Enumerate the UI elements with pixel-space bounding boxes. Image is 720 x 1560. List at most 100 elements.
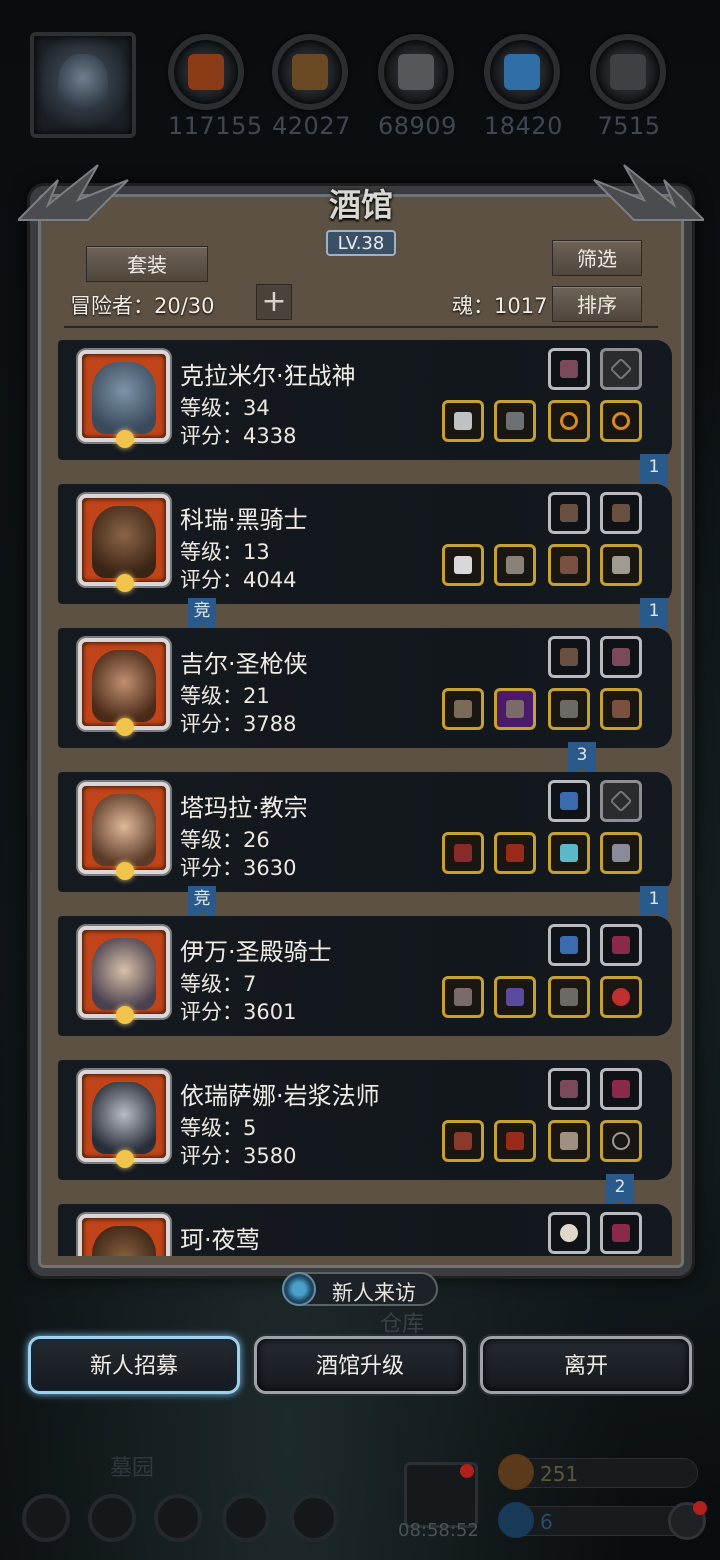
relic-slot[interactable]: [600, 636, 642, 678]
resource-iron[interactable]: 68909: [378, 34, 456, 140]
relic-slot[interactable]: [548, 780, 590, 822]
staff-icon: [454, 1132, 472, 1150]
hero-level: 等级：5: [180, 1116, 257, 1140]
new-visitor-tab[interactable]: 新人来访: [282, 1272, 438, 1306]
helmet-slot[interactable]: [548, 976, 590, 1018]
mail-icon[interactable]: [222, 1494, 270, 1542]
resource-crystal[interactable]: 18420: [484, 34, 562, 140]
relic-slot[interactable]: [600, 924, 642, 966]
star-icon[interactable]: [88, 1494, 136, 1542]
feather-icon: [612, 648, 630, 666]
upgrade-tavern-button[interactable]: 酒馆升级: [254, 1336, 466, 1394]
relic-slot[interactable]: [548, 924, 590, 966]
hood-slot[interactable]: [494, 1120, 536, 1162]
weapon-slot[interactable]: [442, 976, 484, 1018]
weapon-slot[interactable]: [442, 1120, 484, 1162]
add-currency-button[interactable]: [668, 1501, 707, 1540]
hero-card[interactable]: 吉尔·圣枪侠 等级：21 评分：3788: [58, 628, 672, 748]
moon-icon: [116, 1006, 134, 1024]
bag-icon[interactable]: [290, 1494, 338, 1542]
sort-button[interactable]: 排序: [552, 286, 642, 322]
filter-button[interactable]: 筛选: [552, 240, 642, 276]
resource-meat[interactable]: 117155: [168, 34, 262, 140]
weapon-slot[interactable]: [442, 544, 484, 586]
resource-iron-value: 68909: [378, 112, 457, 140]
player-avatar[interactable]: [30, 32, 136, 138]
relic-slot[interactable]: [548, 1068, 590, 1110]
glove-icon: [612, 1224, 630, 1242]
menu-icon[interactable]: [22, 1494, 70, 1542]
resource-bar: 117155 42027 68909 18420 7515: [0, 0, 720, 150]
bow-icon: [612, 1132, 630, 1150]
ring-slot[interactable]: [548, 400, 590, 442]
relic-slot[interactable]: [600, 1212, 642, 1254]
relic-slot[interactable]: [548, 492, 590, 534]
resource-steel[interactable]: 7515: [590, 34, 668, 140]
recruit-button[interactable]: 新人招募: [28, 1336, 240, 1394]
weapon-slot[interactable]: [442, 688, 484, 730]
helmet-slot[interactable]: [548, 688, 590, 730]
hero-score: 评分：3630: [180, 856, 297, 880]
frame-ornament-left: [18, 164, 129, 221]
relic-slot[interactable]: [548, 636, 590, 678]
hero-name: 吉尔·圣枪侠: [180, 650, 308, 678]
bracer-icon: [560, 504, 578, 522]
set-button[interactable]: 套装: [86, 246, 208, 282]
hero-name: 塔玛拉·教宗: [180, 794, 308, 822]
hood-slot[interactable]: [494, 832, 536, 874]
scroll-icon[interactable]: [154, 1494, 202, 1542]
hero-card[interactable]: 塔玛拉·教宗 等级：26 评分：3630: [58, 772, 672, 892]
hero-name: 克拉米尔·狂战神: [180, 362, 356, 390]
mask-slot[interactable]: [548, 1120, 590, 1162]
hero-card[interactable]: 依瑞萨娜·岩浆法师 等级：5 评分：3580: [58, 1060, 672, 1180]
hero-score: 评分：4044: [180, 568, 297, 592]
relic-slot[interactable]: [600, 1068, 642, 1110]
hood-icon: [506, 1132, 524, 1150]
feather-icon: [560, 360, 578, 378]
glove-slot[interactable]: [548, 544, 590, 586]
weapon-slot[interactable]: [442, 832, 484, 874]
hero-card[interactable]: 科瑞·黑骑士 等级：13 评分：4044: [58, 484, 672, 604]
orb-slot[interactable]: [548, 832, 590, 874]
steel-icon: [610, 54, 646, 90]
player-face: [58, 54, 108, 114]
crystal-icon: [504, 54, 540, 90]
armor-slot[interactable]: [494, 976, 536, 1018]
leave-button[interactable]: 离开: [480, 1336, 692, 1394]
gold-value: 251: [540, 1462, 579, 1486]
glove-icon: [560, 556, 578, 574]
expand-capacity-button[interactable]: +: [256, 284, 292, 320]
weapon-slot[interactable]: [442, 400, 484, 442]
glove-slot[interactable]: [600, 688, 642, 730]
relic-slot[interactable]: [600, 492, 642, 534]
badge-flag: 1: [640, 886, 668, 920]
hero-card[interactable]: 珂·夜莺: [58, 1204, 672, 1256]
hero-card[interactable]: 伊万·圣殿骑士 等级：7 评分：3601: [58, 916, 672, 1036]
empty-slot[interactable]: [600, 780, 642, 822]
glove-icon: [612, 1080, 630, 1098]
ring-slot[interactable]: [600, 976, 642, 1018]
relic-slot[interactable]: [548, 1212, 590, 1254]
amulet-slot[interactable]: [600, 544, 642, 586]
relic-slot[interactable]: [548, 348, 590, 390]
soul-count: 魂：1017: [452, 294, 548, 318]
ring-slot[interactable]: [600, 400, 642, 442]
hammer-icon: [454, 988, 472, 1006]
resource-wood[interactable]: 42027: [272, 34, 350, 140]
hero-list[interactable]: 克拉米尔·狂战神 等级：34 评分：4338 1 科瑞·黑骑士 等级：13 评分…: [58, 336, 672, 1256]
charm-slot[interactable]: [600, 832, 642, 874]
empty-slot[interactable]: [600, 348, 642, 390]
helmet-slot[interactable]: [494, 400, 536, 442]
armor-icon: [506, 988, 524, 1006]
pistol-icon: [454, 700, 472, 718]
bow-slot[interactable]: [600, 1120, 642, 1162]
armor-icon: [506, 556, 524, 574]
armor-slot[interactable]: [494, 688, 536, 730]
helmet-icon: [506, 412, 524, 430]
hero-card[interactable]: 克拉米尔·狂战神 等级：34 评分：4338: [58, 340, 672, 460]
bracer-icon: [612, 504, 630, 522]
empty-slot-icon: [609, 357, 633, 381]
frame-ornament-right: [593, 164, 704, 221]
badge-flag: 1: [640, 598, 668, 632]
armor-slot[interactable]: [494, 544, 536, 586]
